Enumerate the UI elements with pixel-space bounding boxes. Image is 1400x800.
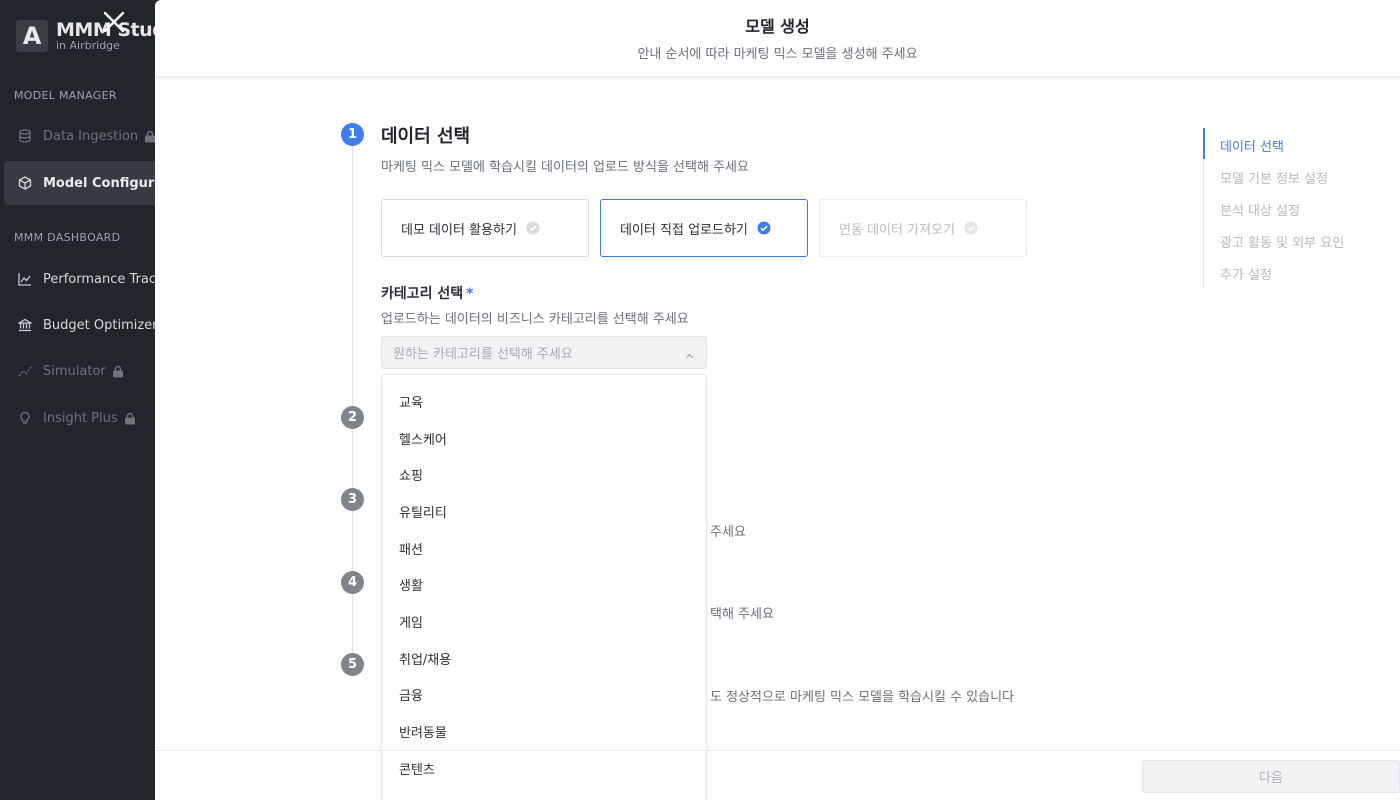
category-options: 교육 헬스케어 쇼핑 유틸리티 패션 생활 게임 취업/채용 금융 반려동물 콘텐츠 bbox=[382, 375, 706, 787]
step-navigation: 데이터 선택 모델 기본 정보 설정 분석 대상 설정 광고 활동 및 외부 요… bbox=[1203, 128, 1393, 289]
option-demo-data[interactable]: 데모 데이터 활용하기 bbox=[381, 199, 589, 257]
category-dropdown: 교육 헬스케어 쇼핑 유틸리티 패션 생활 게임 취업/채용 금융 반려동물 콘텐츠 bbox=[381, 374, 707, 800]
logo-mark: A bbox=[16, 20, 48, 52]
modal-subtitle: 안내 순서에 따라 마케팅 믹스 모델을 생성해 주세요 bbox=[637, 47, 918, 62]
category-option[interactable]: 게임 bbox=[382, 603, 706, 640]
section-label-model-manager: MODEL MANAGER bbox=[14, 89, 117, 102]
sidebar-item-label: Data Ingestion bbox=[43, 128, 139, 144]
category-description: 업로드하는 데이터의 비즈니스 카테고리를 선택해 주세요 bbox=[381, 312, 689, 327]
sidebar-item-label: Simulator bbox=[43, 363, 106, 379]
sidebar-item-label: Insight Plus bbox=[43, 410, 118, 426]
toc-item-additional-settings[interactable]: 추가 설정 bbox=[1220, 264, 1272, 283]
step-title: 데이터 선택 bbox=[381, 126, 471, 147]
sidebar-item-label: Budget Optimizer bbox=[43, 317, 158, 333]
category-option[interactable]: 헬스케어 bbox=[382, 420, 706, 457]
lock-icon bbox=[124, 412, 136, 425]
lightbulb-icon bbox=[17, 411, 32, 426]
category-option[interactable]: 금융 bbox=[382, 677, 706, 714]
toc-item-data-selection[interactable]: 데이터 선택 bbox=[1220, 136, 1284, 155]
option-label: 연동 데이터 가져오기 bbox=[839, 222, 955, 238]
option-label: 데이터 직접 업로드하기 bbox=[620, 222, 748, 238]
close-button[interactable] bbox=[100, 10, 128, 38]
step-number-1: 1 bbox=[341, 123, 364, 146]
step-number-5: 5 bbox=[341, 653, 364, 676]
check-circle-icon bbox=[757, 221, 771, 235]
option-linked-data[interactable]: 연동 데이터 가져오기 bbox=[819, 199, 1027, 257]
step-description: 마케팅 믹스 모델에 학습시킬 데이터의 업로드 방식을 선택해 주세요 bbox=[381, 160, 749, 175]
cube-icon bbox=[17, 176, 32, 191]
modal-title: 모델 생성 bbox=[745, 17, 810, 36]
step-3-description: 주세요 bbox=[710, 525, 746, 540]
database-icon bbox=[17, 129, 32, 144]
category-option[interactable]: 반려동물 bbox=[382, 713, 706, 750]
section-label-mmm-dashboard: MMM DASHBOARD bbox=[14, 231, 121, 244]
category-option[interactable]: 생활 bbox=[382, 566, 706, 603]
check-circle-icon bbox=[526, 221, 540, 235]
step-4-description: 택해 주세요 bbox=[710, 607, 774, 622]
required-mark: * bbox=[466, 286, 474, 302]
header-divider bbox=[155, 77, 1400, 81]
category-option[interactable]: 유틸리티 bbox=[382, 493, 706, 530]
toc-item-model-basic-info[interactable]: 모델 기본 정보 설정 bbox=[1220, 168, 1328, 187]
modal-header: 모델 생성 안내 순서에 따라 마케팅 믹스 모델을 생성해 주세요 bbox=[155, 0, 1400, 77]
category-option[interactable]: 패션 bbox=[382, 530, 706, 567]
category-select-placeholder: 원하는 카테고리를 선택해 주세요 bbox=[393, 347, 573, 362]
step-number-2: 2 bbox=[341, 406, 364, 429]
trend-icon bbox=[17, 364, 32, 379]
next-button[interactable]: 다음 bbox=[1142, 760, 1400, 793]
lock-icon bbox=[112, 365, 124, 378]
category-option[interactable]: 취업/채용 bbox=[382, 640, 706, 677]
category-option[interactable]: 교육 bbox=[382, 383, 706, 420]
option-label: 데모 데이터 활용하기 bbox=[401, 222, 517, 238]
toc-item-analysis-target[interactable]: 분석 대상 설정 bbox=[1220, 200, 1300, 219]
step-5-description: 도 정상적으로 마케팅 믹스 모델을 학습시킬 수 있습니다 bbox=[710, 690, 1015, 705]
category-option[interactable]: 쇼핑 bbox=[382, 456, 706, 493]
step-number-3: 3 bbox=[341, 488, 364, 511]
create-model-modal: 모델 생성 안내 순서에 따라 마케팅 믹스 모델을 생성해 주세요 1 2 3… bbox=[103, 0, 1400, 800]
line-chart-icon bbox=[17, 272, 32, 287]
option-direct-upload[interactable]: 데이터 직접 업로드하기 bbox=[600, 199, 808, 257]
check-circle-icon bbox=[964, 221, 978, 235]
close-icon bbox=[103, 11, 125, 37]
step-number-4: 4 bbox=[341, 571, 364, 594]
category-select[interactable]: 원하는 카테고리를 선택해 주세요 bbox=[381, 336, 707, 369]
toc-item-ad-activity[interactable]: 광고 활동 및 외부 요인 bbox=[1220, 232, 1344, 251]
bank-icon bbox=[17, 318, 32, 333]
chevron-up-icon bbox=[685, 348, 694, 363]
toc-active-indicator bbox=[1203, 128, 1205, 159]
category-label: 카테고리 선택 * bbox=[381, 286, 474, 302]
modal-footer: 다음 bbox=[155, 750, 1400, 800]
